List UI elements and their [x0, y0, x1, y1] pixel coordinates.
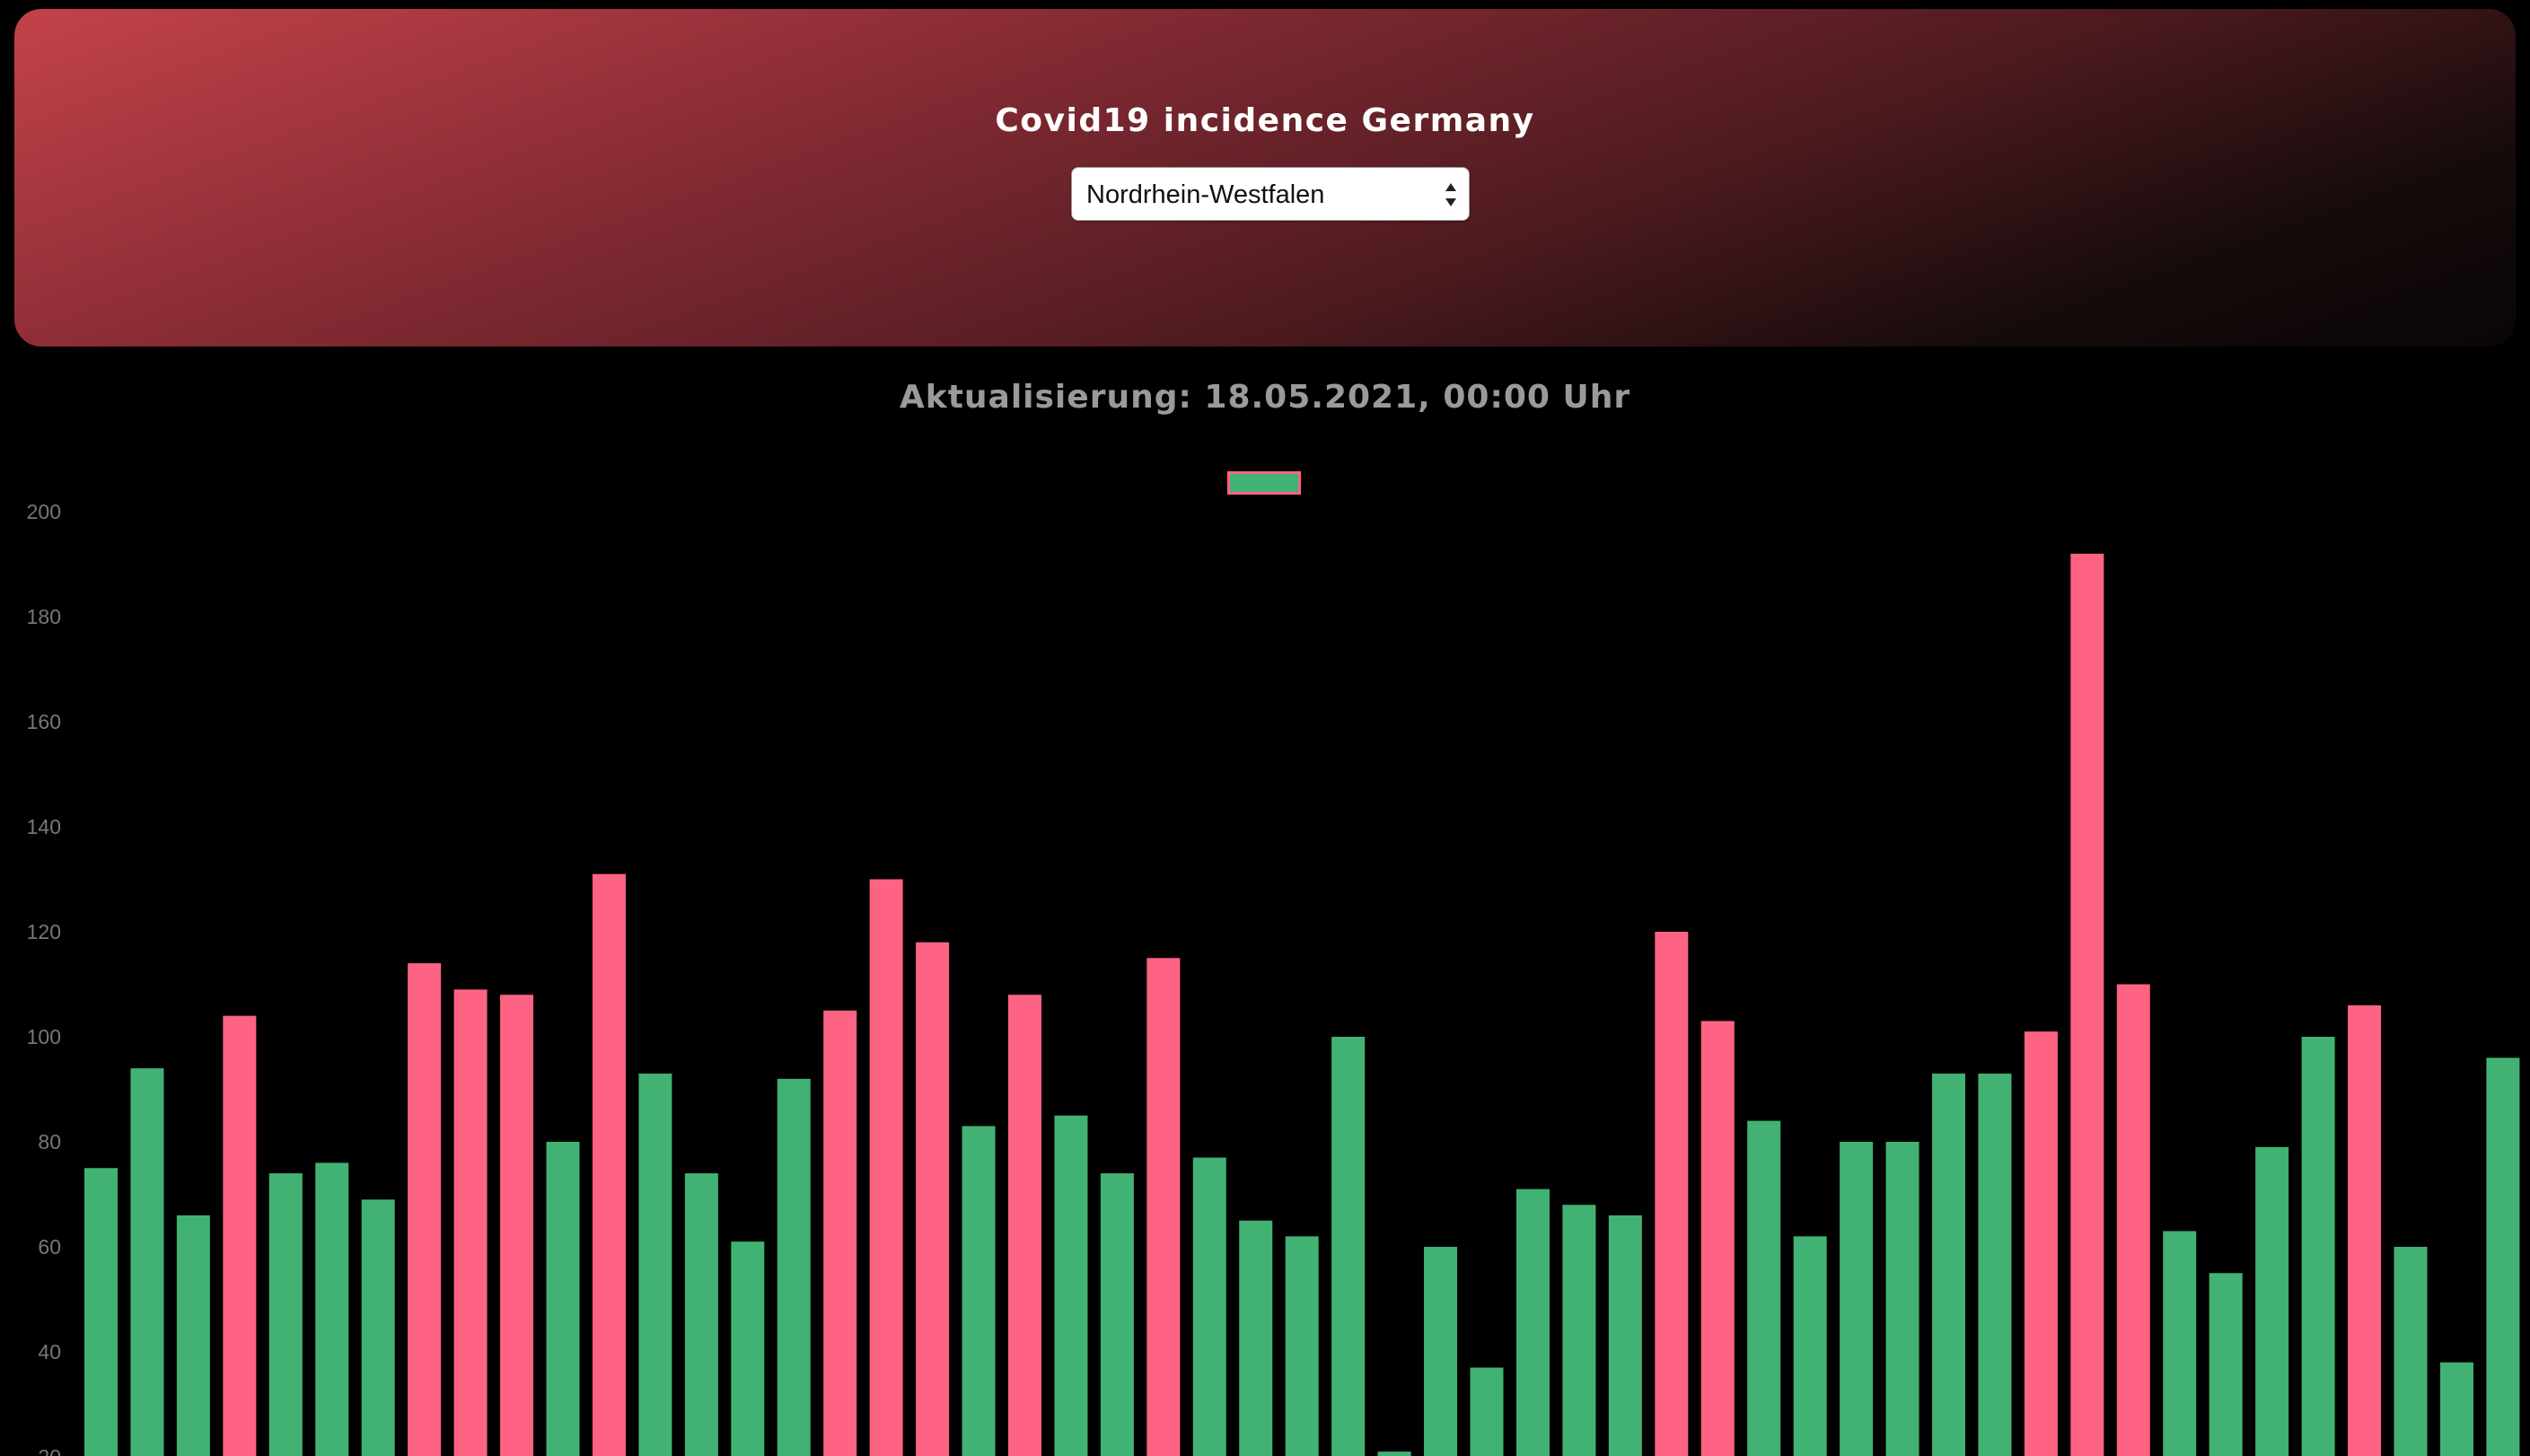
bar[interactable]: [638, 1073, 672, 1456]
bar[interactable]: [1793, 1236, 1827, 1456]
page: Covid19 incidence Germany Nordrhein-West…: [0, 0, 2530, 1456]
bar[interactable]: [1192, 1157, 1226, 1456]
bar[interactable]: [1978, 1073, 2012, 1456]
bar[interactable]: [453, 989, 488, 1456]
last-updated-text: Aktualisierung: 18.05.2021, 00:00 Uhr: [899, 379, 1631, 416]
bar[interactable]: [1008, 995, 1041, 1456]
bar[interactable]: [777, 1078, 811, 1456]
bar[interactable]: [223, 1015, 257, 1456]
y-tick-label: 100: [27, 1025, 61, 1048]
bar[interactable]: [1700, 1021, 1735, 1456]
header-banner: Covid19 incidence Germany Nordrhein-West…: [14, 9, 2516, 346]
bar[interactable]: [500, 995, 534, 1456]
bar[interactable]: [592, 873, 626, 1456]
bar[interactable]: [268, 1173, 303, 1456]
bar[interactable]: [1562, 1205, 1596, 1456]
bar[interactable]: [408, 963, 442, 1456]
bar[interactable]: [869, 879, 903, 1456]
region-select[interactable]: Nordrhein-Westfalen: [1071, 167, 1470, 221]
y-tick-label: 140: [27, 815, 61, 838]
bar[interactable]: [2486, 1057, 2520, 1456]
bar[interactable]: [2301, 1037, 2335, 1456]
bar[interactable]: [1655, 932, 1689, 1456]
bar[interactable]: [2070, 553, 2104, 1456]
y-tick-label: 200: [27, 500, 61, 523]
bar[interactable]: [361, 1199, 395, 1456]
y-tick-label: 40: [38, 1340, 61, 1364]
bar[interactable]: [1100, 1173, 1134, 1456]
bar[interactable]: [1331, 1037, 1366, 1456]
bar[interactable]: [823, 1010, 857, 1456]
y-tick-label: 60: [38, 1235, 61, 1259]
bar[interactable]: [684, 1173, 718, 1456]
bar[interactable]: [546, 1142, 580, 1456]
bar[interactable]: [315, 1162, 349, 1456]
y-tick-label: 20: [38, 1445, 61, 1456]
bar[interactable]: [2394, 1247, 2428, 1456]
region-select-value: Nordrhein-Westfalen: [1086, 180, 1325, 209]
y-tick-label: 120: [27, 920, 61, 943]
bar[interactable]: [130, 1068, 164, 1456]
bar[interactable]: [1608, 1215, 1642, 1456]
bar[interactable]: [2439, 1362, 2473, 1456]
bar[interactable]: [1747, 1120, 1781, 1456]
bar[interactable]: [1054, 1115, 1088, 1456]
bar[interactable]: [1146, 958, 1181, 1456]
bar[interactable]: [2255, 1146, 2289, 1456]
bar[interactable]: [1424, 1247, 1458, 1456]
bar[interactable]: [1885, 1142, 1919, 1456]
bar[interactable]: [1239, 1220, 1273, 1456]
bar[interactable]: [1377, 1452, 1411, 1456]
bar[interactable]: [2348, 1004, 2382, 1456]
bar[interactable]: [2209, 1273, 2243, 1456]
bar[interactable]: [2163, 1231, 2197, 1456]
bar[interactable]: [176, 1215, 210, 1456]
bar[interactable]: [1932, 1073, 1965, 1456]
bar[interactable]: [2024, 1031, 2058, 1456]
page-title: Covid19 incidence Germany: [995, 102, 1535, 139]
bar[interactable]: [962, 1126, 996, 1456]
bar[interactable]: [1515, 1188, 1550, 1456]
bar[interactable]: [1840, 1142, 1874, 1456]
y-tick-label: 180: [27, 605, 61, 628]
y-tick-label: 160: [27, 710, 61, 733]
incidence-bar-chart: 20 40 60 80 100 120 140 160 180 200: [27, 500, 2520, 1456]
y-tick-label: 80: [38, 1130, 61, 1153]
bar[interactable]: [2116, 984, 2150, 1456]
bar[interactable]: [1470, 1367, 1504, 1456]
bar[interactable]: [84, 1168, 118, 1456]
select-arrows-icon: [1445, 183, 1456, 206]
bar[interactable]: [916, 942, 950, 1456]
bar[interactable]: [1285, 1236, 1319, 1456]
bar[interactable]: [731, 1241, 765, 1456]
